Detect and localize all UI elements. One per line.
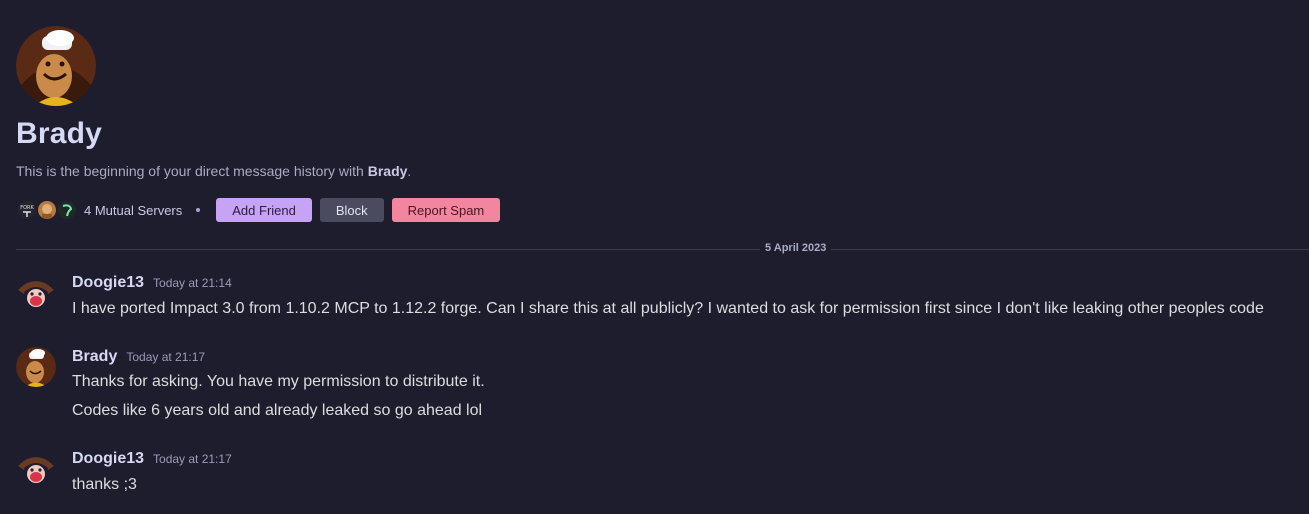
profile-name: Brady — [16, 117, 103, 150]
author-avatar[interactable] — [16, 274, 56, 314]
author-avatar[interactable] — [16, 347, 56, 387]
message-timestamp[interactable]: Today at 21:17 — [126, 350, 205, 364]
author-avatar[interactable] — [16, 450, 56, 490]
message-text: I have ported Impact 3.0 from 1.10.2 MCP… — [72, 300, 1264, 317]
message-text: Thanks for asking. You have my permissio… — [72, 373, 485, 390]
intro-suffix: . — [407, 163, 412, 179]
dm-intro-text: This is the beginning of your direct mes… — [16, 163, 411, 179]
message-header: Doogie13 Today at 21:17 — [72, 450, 232, 468]
server-icon-green — [56, 199, 78, 221]
message-text: Codes like 6 years old and already leake… — [72, 402, 483, 419]
add-friend-button[interactable]: Add Friend — [216, 198, 312, 222]
dm-view: Brady This is the beginning of your dire… — [0, 0, 1309, 514]
server-icon-character — [36, 199, 58, 221]
intro-name: Brady — [367, 163, 408, 179]
author-name[interactable]: Brady — [72, 348, 117, 366]
server-icon-fork: FORK — [16, 199, 38, 221]
intro-prefix: This is the beginning of your direct mes… — [16, 163, 368, 179]
message-timestamp[interactable]: Today at 21:17 — [153, 452, 232, 466]
date-divider-label: 5 April 2023 — [760, 242, 832, 254]
profile-avatar[interactable] — [16, 26, 96, 106]
message-text: thanks ;3 — [72, 476, 137, 493]
date-divider — [16, 249, 1309, 250]
profile-actions: FORK 4 Mutual Servers Add Friend Block R… — [16, 198, 508, 222]
report-spam-button[interactable]: Report Spam — [391, 198, 501, 222]
server-icon-fork-text: FORK — [20, 205, 34, 211]
message-header: Doogie13 Today at 21:14 — [72, 274, 232, 292]
author-name[interactable]: Doogie13 — [72, 274, 144, 292]
separator-dot — [196, 208, 201, 212]
mutual-server-icons[interactable]: FORK — [16, 199, 78, 221]
author-name[interactable]: Doogie13 — [72, 450, 144, 468]
message-timestamp[interactable]: Today at 21:14 — [153, 276, 232, 290]
block-button[interactable]: Block — [319, 198, 384, 222]
message-header: Brady Today at 21:17 — [72, 348, 205, 366]
mutual-servers-link[interactable]: 4 Mutual Servers — [84, 203, 182, 218]
